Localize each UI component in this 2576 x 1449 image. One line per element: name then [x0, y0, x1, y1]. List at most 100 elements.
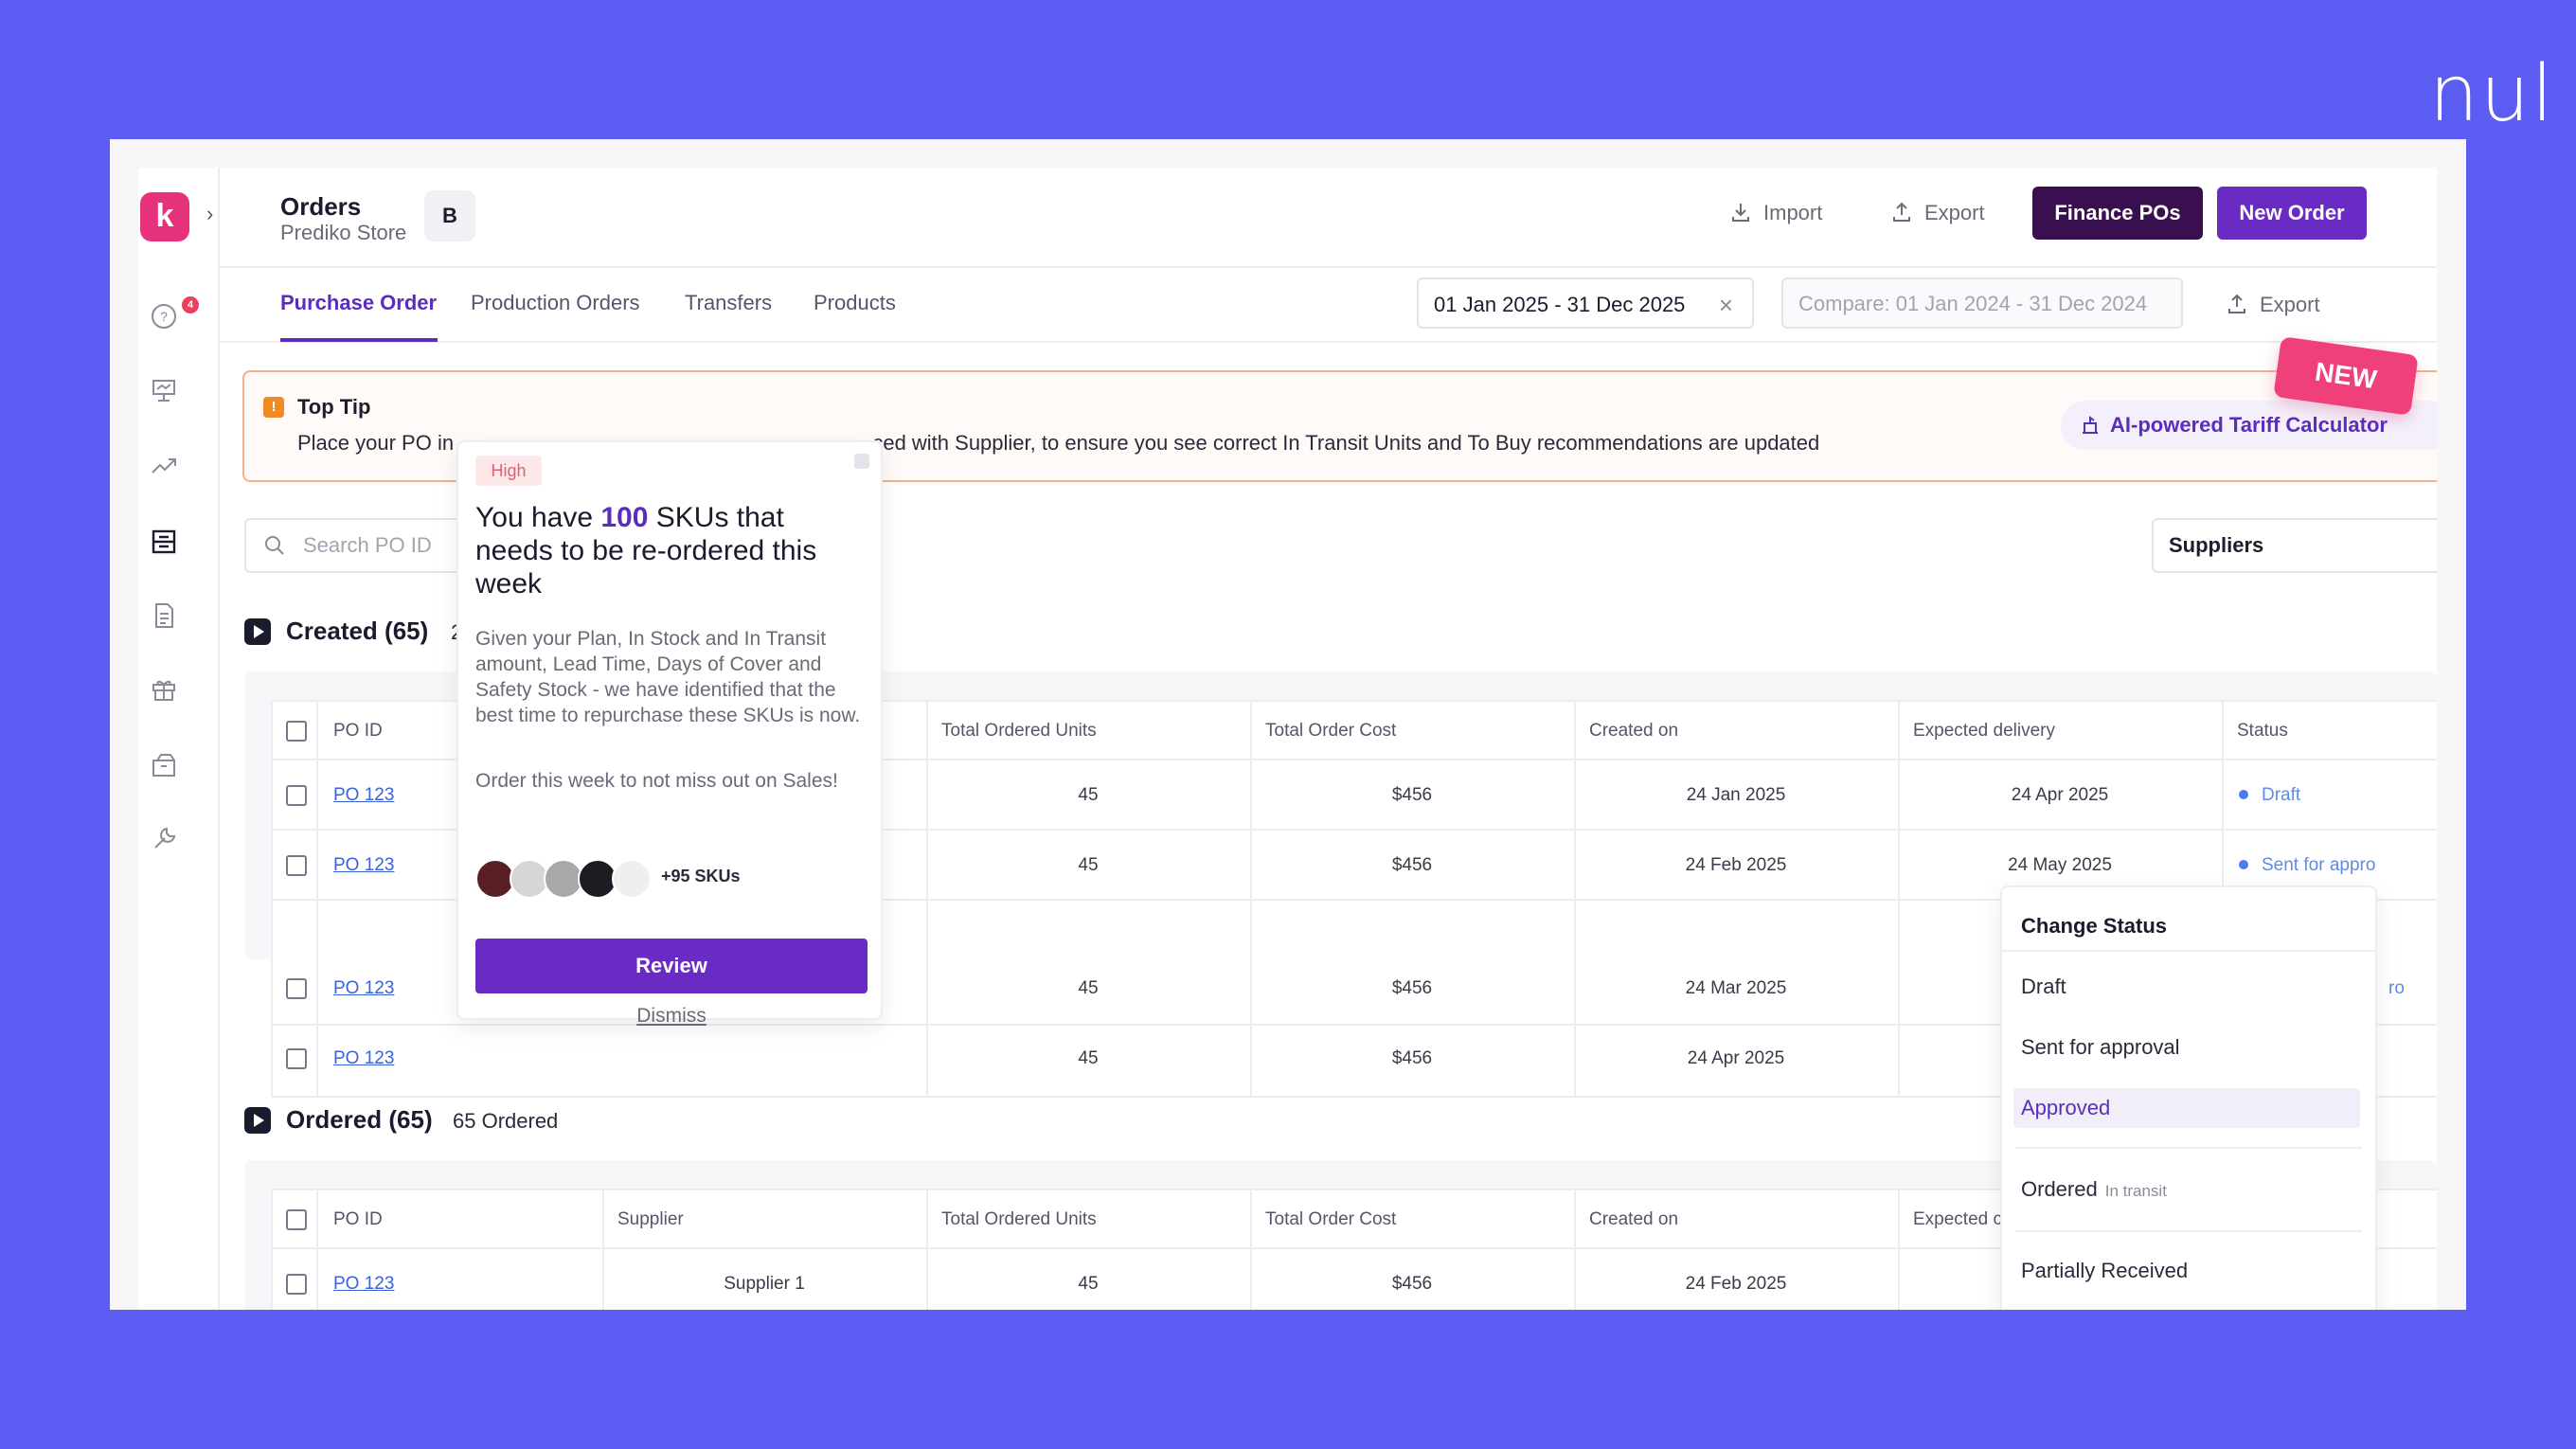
product-thumbnail	[612, 859, 652, 899]
export-button[interactable]: Export	[1890, 187, 1985, 240]
tab-purchase-order[interactable]: Purchase Order	[280, 291, 437, 315]
po-link[interactable]: PO 123	[333, 1274, 394, 1295]
change-status-title: Change Status	[2021, 914, 2168, 938]
collapse-created-icon[interactable]	[244, 618, 271, 645]
app-logo[interactable]: k	[140, 192, 189, 242]
close-icon[interactable]	[854, 454, 869, 469]
search-icon	[265, 536, 284, 555]
box-icon[interactable]	[150, 751, 178, 779]
ordered-count: 65 Ordered	[453, 1109, 559, 1133]
col-divider	[1898, 1190, 1900, 1310]
trend-up-icon[interactable]	[150, 452, 178, 480]
store-switcher[interactable]: B	[424, 190, 475, 242]
col-header-status[interactable]: Status	[2237, 721, 2288, 742]
col-divider	[1250, 702, 1252, 954]
export-secondary-button[interactable]: Export	[2226, 293, 2320, 317]
change-status-menu: Change Status Draft Sent for approval Ap…	[2000, 886, 2377, 1310]
tab-transfers[interactable]: Transfers	[685, 291, 772, 315]
orders-icon[interactable]	[150, 528, 178, 556]
status-badge[interactable]: Sent for appro	[2239, 855, 2375, 876]
dismiss-link[interactable]: Dismiss	[475, 1005, 868, 1028]
new-order-button[interactable]: New Order	[2217, 187, 2367, 240]
row-checkbox[interactable]	[286, 855, 307, 876]
row-checkbox[interactable]	[286, 785, 307, 806]
ordered-section-title: Ordered (65)	[286, 1105, 433, 1134]
po-link[interactable]: PO 123	[333, 785, 394, 806]
col-header-po-id[interactable]: PO ID	[333, 721, 383, 742]
col-header-total-units[interactable]: Total Ordered Units	[941, 721, 1097, 742]
col-header-total-cost[interactable]: Total Order Cost	[1265, 721, 1396, 742]
collapse-ordered-icon[interactable]	[244, 1107, 271, 1134]
po-link[interactable]: PO 123	[333, 978, 394, 999]
col-header-created-on[interactable]: Created on	[1589, 721, 1678, 742]
export-label: Export	[1924, 201, 1985, 224]
search-placeholder: Search PO ID	[303, 533, 432, 557]
page-title: Orders	[280, 192, 362, 221]
sidebar: k › ? 4	[138, 168, 220, 1310]
svg-text:?: ?	[160, 309, 168, 324]
select-all-checkbox[interactable]	[286, 1209, 307, 1230]
status-option-partially-received[interactable]: Partially Received	[2021, 1259, 2188, 1283]
import-button[interactable]: Import	[1729, 187, 1822, 240]
status-ordered-label: Ordered	[2021, 1177, 2098, 1201]
popover-title: You have 100 SKUs that needs to be re-or…	[475, 501, 864, 600]
created-cell: 24 Feb 2025	[1685, 855, 1787, 875]
help-icon[interactable]: ? 4	[150, 296, 199, 331]
units-cell: 45	[1078, 785, 1099, 805]
row-checkbox[interactable]	[286, 1048, 307, 1069]
wrench-icon[interactable]	[150, 825, 178, 853]
cost-cell: $456	[1391, 978, 1433, 998]
notification-badge: 4	[182, 296, 199, 313]
col-header-expected[interactable]: Expected c	[1913, 1209, 2002, 1230]
download-icon	[1732, 204, 1749, 222]
status-option-ordered[interactable]: Ordered In transit	[2021, 1177, 2167, 1202]
presentation-icon[interactable]	[150, 376, 178, 404]
col-header-po-id[interactable]: PO ID	[333, 1209, 383, 1230]
po-link[interactable]: PO 123	[333, 1048, 394, 1069]
units-cell: 45	[1078, 978, 1099, 998]
po-link[interactable]: PO 123	[333, 855, 394, 876]
upload-icon	[2228, 294, 2245, 313]
status-option-sent-for-approval[interactable]: Sent for approval	[2021, 1035, 2180, 1060]
col-header-supplier[interactable]: Supplier	[617, 1209, 684, 1230]
close-icon[interactable]: ×	[1719, 279, 1733, 331]
row-checkbox[interactable]	[286, 1274, 307, 1295]
select-all-checkbox[interactable]	[286, 721, 307, 742]
status-option-approved[interactable]: Approved	[2021, 1096, 2110, 1120]
col-header-expected-delivery[interactable]: Expected delivery	[1913, 721, 2055, 742]
col-divider	[1898, 702, 1900, 954]
date-range-value: 01 Jan 2025 - 31 Dec 2025	[1434, 293, 1686, 316]
compare-range-picker[interactable]: Compare: 01 Jan 2024 - 31 Dec 2024	[1781, 277, 2183, 329]
supplier-cell: Supplier 1	[724, 1274, 805, 1294]
header-divider	[218, 266, 2437, 268]
review-button[interactable]: Review	[475, 939, 868, 993]
menu-divider	[2015, 1230, 2362, 1232]
units-cell: 45	[1078, 1048, 1099, 1068]
date-range-picker[interactable]: 01 Jan 2025 - 31 Dec 2025 ×	[1417, 277, 1754, 329]
finance-pos-button[interactable]: Finance POs	[2032, 187, 2203, 240]
document-icon[interactable]	[150, 601, 178, 630]
popover-title-pre: You have	[475, 502, 601, 533]
status-option-draft[interactable]: Draft	[2021, 975, 2066, 999]
popover-sku-count: 100	[600, 502, 649, 533]
chevron-right-icon[interactable]: ›	[206, 202, 213, 226]
cost-cell: $456	[1391, 785, 1433, 805]
status-ordered-sublabel: In transit	[2104, 1182, 2167, 1200]
priority-badge: High	[475, 456, 542, 486]
tab-production-orders[interactable]: Production Orders	[471, 291, 640, 315]
more-skus-count: +95 SKUs	[661, 867, 741, 886]
status-badge[interactable]: Draft	[2239, 785, 2300, 806]
gift-icon[interactable]	[150, 675, 178, 704]
suppliers-filter[interactable]: Suppliers	[2152, 518, 2437, 573]
active-tab-indicator	[280, 338, 438, 342]
col-header-total-units[interactable]: Total Ordered Units	[941, 1209, 1097, 1230]
expected-cell: 24 Apr 2025	[2011, 785, 2109, 805]
created-section-title: Created (65)	[286, 617, 429, 645]
tip-title: Top Tip	[297, 395, 371, 419]
tab-products[interactable]: Products	[814, 291, 896, 315]
calculator-icon	[2083, 416, 2098, 434]
row-checkbox[interactable]	[286, 978, 307, 999]
col-header-total-cost[interactable]: Total Order Cost	[1265, 1209, 1396, 1230]
col-divider	[926, 702, 928, 954]
col-header-created-on[interactable]: Created on	[1589, 1209, 1678, 1230]
